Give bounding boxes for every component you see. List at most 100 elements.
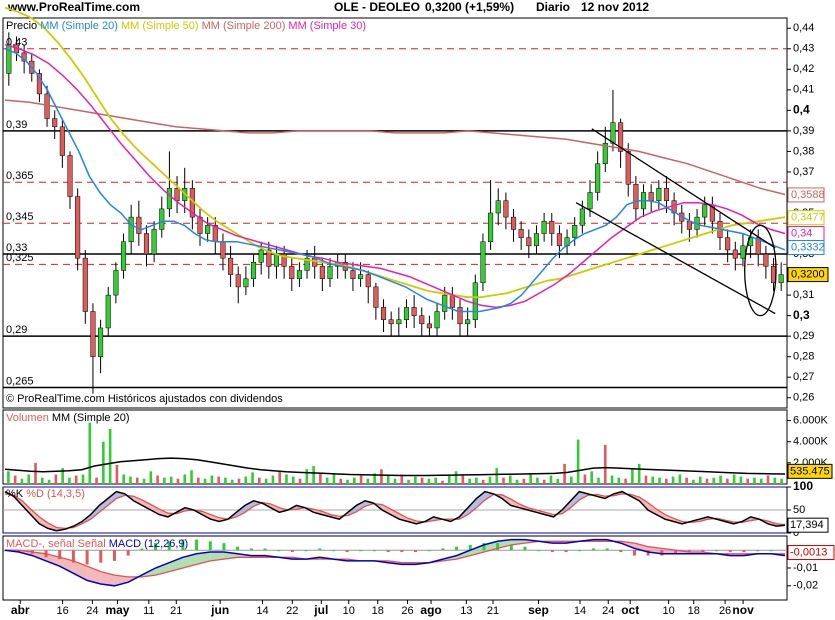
macd-histogram-bar <box>414 550 418 552</box>
candle-body <box>572 225 578 238</box>
level-label: 0,265 <box>6 375 34 387</box>
volume-bar <box>278 471 281 484</box>
x-tick-label: abr <box>11 603 30 617</box>
volume-bar <box>203 478 207 484</box>
candle-body <box>518 229 524 238</box>
volume-bar <box>549 475 553 484</box>
volume-bar <box>570 476 573 484</box>
macd-legend: MACD-, señal Señal MACD (12,26,9) <box>6 538 188 550</box>
volume-bar <box>522 478 526 484</box>
candle-body <box>120 241 127 271</box>
x-tick-label: jun <box>210 603 229 617</box>
chart-canvas: 0,440,430,420,410,40,390,380,370,360,350… <box>2 6 835 617</box>
volume-bar <box>142 478 146 484</box>
volume-bar <box>27 474 31 484</box>
volume-bar <box>135 477 139 484</box>
candle-body <box>90 311 96 357</box>
price-tick-label: 0,43 <box>793 43 814 55</box>
volume-bar <box>753 477 756 484</box>
candle-body <box>472 282 478 320</box>
volume-bar <box>13 475 17 484</box>
candle-body <box>220 241 226 259</box>
volume-bar <box>780 478 783 484</box>
x-tick-label: 16 <box>56 605 68 617</box>
candle-body <box>373 286 379 308</box>
candle-body <box>380 307 387 320</box>
x-tick-label: nov <box>732 603 754 617</box>
candle-body <box>59 126 65 156</box>
candle-body <box>488 212 494 242</box>
macd-histogram-bar <box>331 550 335 552</box>
candle-body <box>434 311 440 329</box>
macd-histogram-bar <box>263 548 267 551</box>
candle-body <box>289 266 295 279</box>
volume-bar <box>542 479 546 484</box>
macd-histogram-bar <box>742 550 746 552</box>
level-label: 0,365 <box>6 170 34 182</box>
volume-bar <box>81 474 85 484</box>
candle-body <box>686 220 692 230</box>
candle-body <box>75 196 81 259</box>
candle-body <box>365 274 371 288</box>
legend-entry: Señal <box>78 538 109 550</box>
macd-histogram-bar <box>591 548 595 551</box>
legend-entry: %K <box>6 488 26 500</box>
volume-bar <box>434 477 437 484</box>
macd-histogram-bar <box>345 550 349 552</box>
volume-bar <box>739 476 743 484</box>
volume-bar <box>644 475 648 484</box>
volume-bar <box>617 477 621 484</box>
legend-entry: MM (Simple 50) <box>121 20 202 32</box>
volume-bar <box>610 475 614 484</box>
volume-bar <box>603 444 607 484</box>
volume-bar <box>665 478 668 484</box>
x-tick-label: 18 <box>372 605 384 617</box>
candle-body <box>243 278 249 288</box>
macd-value-label: -0,0013 <box>790 546 827 558</box>
price-tick-label: 0,3 <box>793 308 810 322</box>
volume-bar <box>74 475 78 484</box>
x-tick-label: may <box>105 603 129 617</box>
macd-histogram-bar <box>619 550 623 552</box>
macd-histogram-bar <box>208 541 212 551</box>
chart-window: www.ProRealTime.com OLE - DEOLEO 0,3200 … <box>0 0 835 620</box>
value-badge-label: 0,3477 <box>791 212 825 224</box>
value-badge-label: 0,3200 <box>791 268 825 280</box>
volume-bar <box>556 478 560 484</box>
candle-body <box>174 188 180 201</box>
macd-histogram-bar <box>112 550 116 561</box>
macd-histogram-bar <box>564 550 568 552</box>
macd-histogram-bar <box>400 550 404 552</box>
macd-histogram-bar <box>632 550 636 556</box>
volume-bar <box>183 474 187 484</box>
macd-histogram-bar <box>304 550 308 552</box>
candle-body <box>465 319 471 325</box>
volume-bar <box>325 477 329 484</box>
volume-bar <box>502 477 505 484</box>
x-tick-label: 21 <box>487 605 499 617</box>
price-tick-label: 0,44 <box>793 22 814 34</box>
macd-histogram-bar <box>99 550 103 563</box>
macd-histogram-bar <box>318 548 322 551</box>
legend-entry: %D (14,3,5) <box>26 488 85 500</box>
volume-bar <box>698 476 702 484</box>
stoch-tick-label: 100 <box>793 479 813 493</box>
price-tick-label: 0,27 <box>793 371 814 383</box>
volume-bar <box>339 478 343 484</box>
x-tick-label: oct <box>621 603 639 617</box>
volume-bar <box>427 478 431 484</box>
candle-body <box>426 323 432 329</box>
macd-histogram-bar <box>290 550 294 552</box>
macd-histogram-bar <box>195 539 199 551</box>
candle-body <box>419 315 425 325</box>
macd-histogram-bar <box>249 548 253 551</box>
macd-histogram-bar <box>523 546 527 551</box>
candle-body <box>663 188 670 201</box>
stoch-legend: %K %D (14,3,5) <box>6 488 85 500</box>
volume-bar <box>637 463 641 484</box>
volume-bar <box>481 479 485 484</box>
macd-histogram-bar <box>126 550 130 556</box>
volume-bar <box>122 474 125 484</box>
volume-bar <box>407 479 410 484</box>
legend-entry: MACD-, señal <box>6 538 78 550</box>
